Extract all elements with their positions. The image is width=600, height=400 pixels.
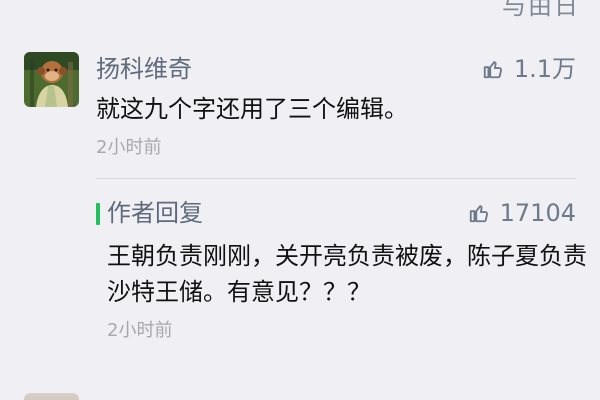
author-reply-time: 2小时前 [107, 320, 173, 341]
comment-text: 就这九个字还用了三个编辑。 [96, 95, 408, 123]
monkey-avatar-icon [24, 52, 79, 107]
next-comment-avatar[interactable] [24, 393, 79, 400]
comment-like-count: 1.1万 [513, 55, 576, 83]
reply-like-count: 17104 [499, 199, 576, 227]
author-reply-text: 王朝负责刚刚，关开亮负责被废，陈子夏负责沙特王储。有意见？？？ [107, 242, 587, 306]
author-reply-accent [96, 203, 100, 225]
author-reply-title: 作者回复 [107, 199, 203, 227]
reply-like-button[interactable]: 17104 [468, 196, 576, 230]
comment-like-button[interactable]: 1.1万 [482, 52, 576, 86]
comment-time: 2小时前 [96, 137, 162, 158]
thumbs-up-icon [483, 61, 502, 79]
comment-username[interactable]: 扬科维奇 [96, 52, 192, 86]
reply-divider [96, 178, 576, 179]
thumbs-up-icon [469, 205, 488, 223]
commenter-avatar[interactable] [24, 52, 79, 107]
top-fragment: 与由日 [502, 0, 580, 20]
comment-screen: 与由日 扬科维奇 1.1万 就这九个字还用了三个编辑。 2小时前 作者回复 17… [0, 0, 600, 400]
